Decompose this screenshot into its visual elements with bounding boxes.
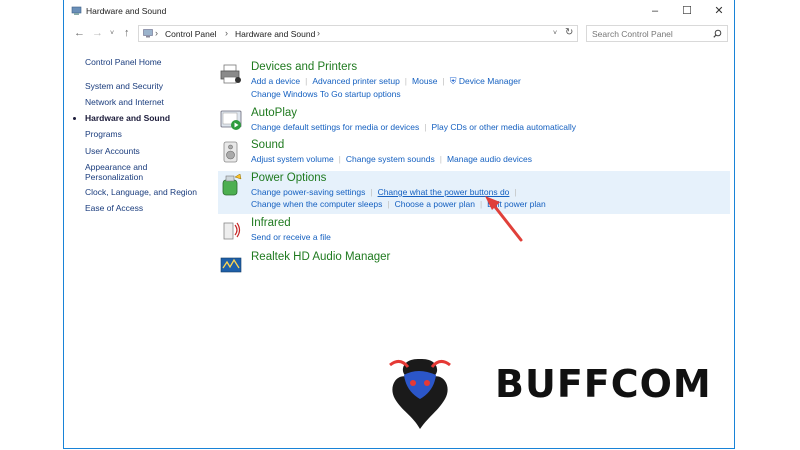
buffcom-watermark-text: BUFFCOM bbox=[495, 362, 712, 406]
